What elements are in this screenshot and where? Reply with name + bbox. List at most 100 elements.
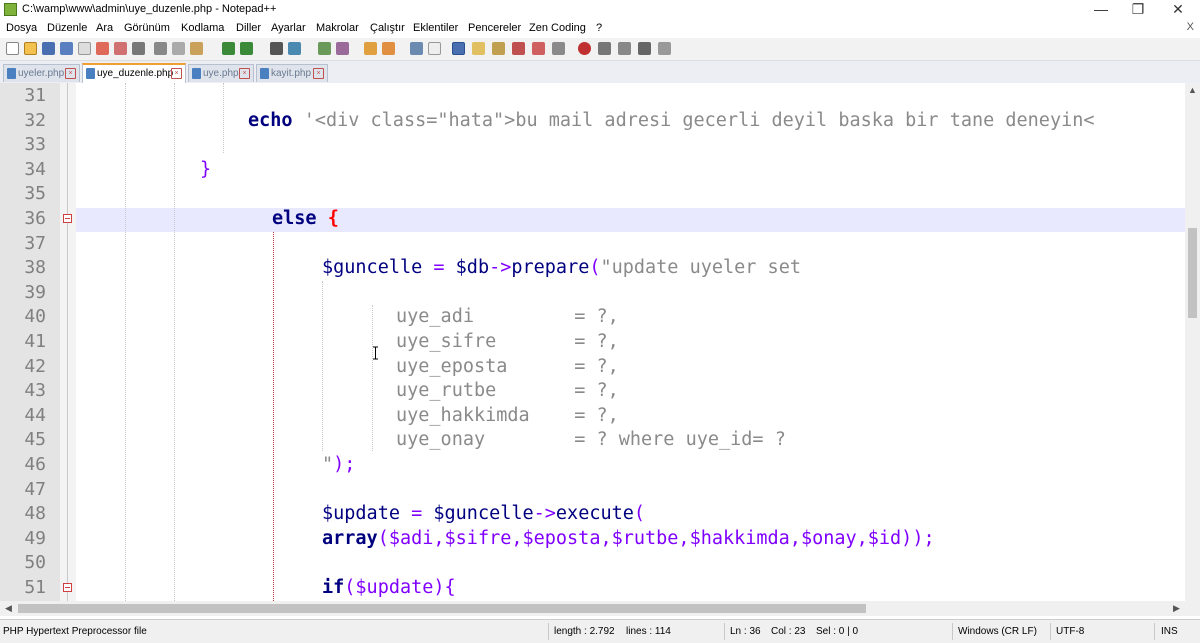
sync-vertical-icon[interactable] <box>364 42 377 55</box>
menu-pencereler[interactable]: Pencereler <box>468 22 521 34</box>
print-icon[interactable] <box>132 42 145 55</box>
tab-uye[interactable]: uye.php × <box>188 64 254 82</box>
menu-bar: Dosya Düzenle Ara Görünüm Kodlama Diller… <box>0 20 1200 38</box>
text-cursor-icon <box>373 346 378 360</box>
function-list-icon[interactable] <box>512 42 525 55</box>
menu-eklentiler[interactable]: Eklentiler <box>413 22 458 34</box>
status-separator <box>952 623 953 640</box>
fold-margin <box>60 83 76 601</box>
status-separator <box>548 623 549 640</box>
menu-ayarlar[interactable]: Ayarlar <box>271 22 306 34</box>
save-all-icon[interactable] <box>60 42 73 55</box>
tab-close-icon[interactable]: × <box>239 68 250 79</box>
line-number: 46 <box>24 454 46 475</box>
stop-macro-icon[interactable] <box>598 42 611 55</box>
paste-icon[interactable] <box>190 42 203 55</box>
new-file-icon[interactable] <box>6 42 19 55</box>
menu-duzenle[interactable]: Düzenle <box>47 22 87 34</box>
tab-kayit[interactable]: kayit.php × <box>256 64 328 82</box>
line-number: 38 <box>24 257 46 278</box>
redo-icon[interactable] <box>240 42 253 55</box>
status-line: Ln : 36 <box>730 626 761 637</box>
replace-icon[interactable] <box>288 42 301 55</box>
horizontal-scroll-thumb[interactable] <box>18 604 866 613</box>
line-number: 34 <box>24 159 46 180</box>
status-encoding: UTF-8 <box>1056 626 1085 637</box>
tab-close-icon[interactable]: × <box>313 68 324 79</box>
menu-ara[interactable]: Ara <box>96 22 113 34</box>
indent-guide <box>125 83 126 601</box>
undo-icon[interactable] <box>222 42 235 55</box>
line-number: 31 <box>24 85 46 106</box>
scroll-left-icon[interactable]: ◀ <box>5 603 12 614</box>
record-macro-icon[interactable] <box>578 42 591 55</box>
window-title: C:\wamp\www\admin\uye_duzenle.php - Note… <box>22 3 277 15</box>
indent-guide <box>372 305 373 451</box>
close-others-icon[interactable] <box>114 42 127 55</box>
vertical-scroll-thumb[interactable] <box>1188 228 1197 318</box>
vertical-scrollbar[interactable]: ▲ <box>1185 83 1200 601</box>
zoom-out-icon[interactable] <box>336 42 349 55</box>
line-number: 47 <box>24 479 46 500</box>
code-line-45: uye_onay = ? where uye_id= ? <box>396 429 786 450</box>
doc-map-icon[interactable] <box>492 42 505 55</box>
tab-close-icon[interactable]: × <box>171 68 182 79</box>
udl-icon[interactable] <box>472 42 485 55</box>
minimize-button[interactable]: — <box>1083 0 1119 20</box>
run-macro-multiple-icon[interactable] <box>638 42 651 55</box>
line-number: 37 <box>24 233 46 254</box>
close-file-icon[interactable] <box>78 42 91 55</box>
zoom-in-icon[interactable] <box>318 42 331 55</box>
menu-diller[interactable]: Diller <box>236 22 261 34</box>
menu-makrolar[interactable]: Makrolar <box>316 22 359 34</box>
tab-uye-duzenle[interactable]: uye_duzenle.php × <box>82 63 186 83</box>
scroll-up-icon[interactable]: ▲ <box>1188 85 1197 95</box>
status-column: Col : 23 <box>771 626 806 637</box>
fold-collapse-icon[interactable] <box>63 214 72 223</box>
line-number: 42 <box>24 356 46 377</box>
menu-dosya[interactable]: Dosya <box>6 22 37 34</box>
scroll-right-icon[interactable]: ▶ <box>1173 603 1180 614</box>
menu-calistir[interactable]: Çalıştır <box>370 22 405 34</box>
line-number: 32 <box>24 110 46 131</box>
indent-guide <box>223 83 224 153</box>
open-file-icon[interactable] <box>24 42 37 55</box>
menu-gorunum[interactable]: Görünüm <box>124 22 170 34</box>
code-line-51: if($update){ <box>322 577 456 598</box>
tab-close-icon[interactable]: × <box>65 68 76 79</box>
show-all-chars-icon[interactable] <box>428 42 441 55</box>
copy-icon[interactable] <box>172 42 185 55</box>
line-number: 48 <box>24 503 46 524</box>
menu-help[interactable]: ? <box>596 22 602 34</box>
maximize-button[interactable]: ❐ <box>1120 0 1156 20</box>
play-macro-icon[interactable] <box>618 42 631 55</box>
horizontal-scrollbar[interactable]: ◀ ▶ <box>0 601 1200 616</box>
code-line-44: uye_hakkimda = ?, <box>396 405 619 426</box>
line-number: 35 <box>24 183 46 204</box>
menu-kodlama[interactable]: Kodlama <box>181 22 224 34</box>
folder-workspace-icon[interactable] <box>532 42 545 55</box>
fold-collapse-icon[interactable] <box>63 583 72 592</box>
close-button[interactable]: ✕ <box>1160 0 1196 20</box>
indent-guide-icon[interactable] <box>452 42 465 55</box>
code-line-43: uye_rutbe = ?, <box>396 380 619 401</box>
cut-icon[interactable] <box>154 42 167 55</box>
line-number: 36 <box>24 208 46 229</box>
save-icon[interactable] <box>42 42 55 55</box>
tab-uyeler[interactable]: uyeler.php × <box>3 64 80 82</box>
save-macro-icon[interactable] <box>658 42 671 55</box>
menu-zen-coding[interactable]: Zen Coding <box>529 22 586 34</box>
close-all-icon[interactable] <box>96 42 109 55</box>
status-filetype: PHP Hypertext Preprocessor file <box>3 626 147 637</box>
find-icon[interactable] <box>270 42 283 55</box>
close-document-icon[interactable]: X <box>1187 21 1194 33</box>
status-separator <box>724 623 725 640</box>
word-wrap-icon[interactable] <box>410 42 423 55</box>
status-insert-mode: INS <box>1161 626 1178 637</box>
php-file-icon <box>192 68 201 79</box>
code-editor[interactable]: 31 32 33 34 35 36 37 38 39 40 41 42 43 4… <box>0 83 1185 601</box>
sync-horizontal-icon[interactable] <box>382 42 395 55</box>
code-line-42: uye_eposta = ?, <box>396 356 619 377</box>
monitoring-icon[interactable] <box>552 42 565 55</box>
title-bar: C:\wamp\www\admin\uye_duzenle.php - Note… <box>0 0 1200 20</box>
